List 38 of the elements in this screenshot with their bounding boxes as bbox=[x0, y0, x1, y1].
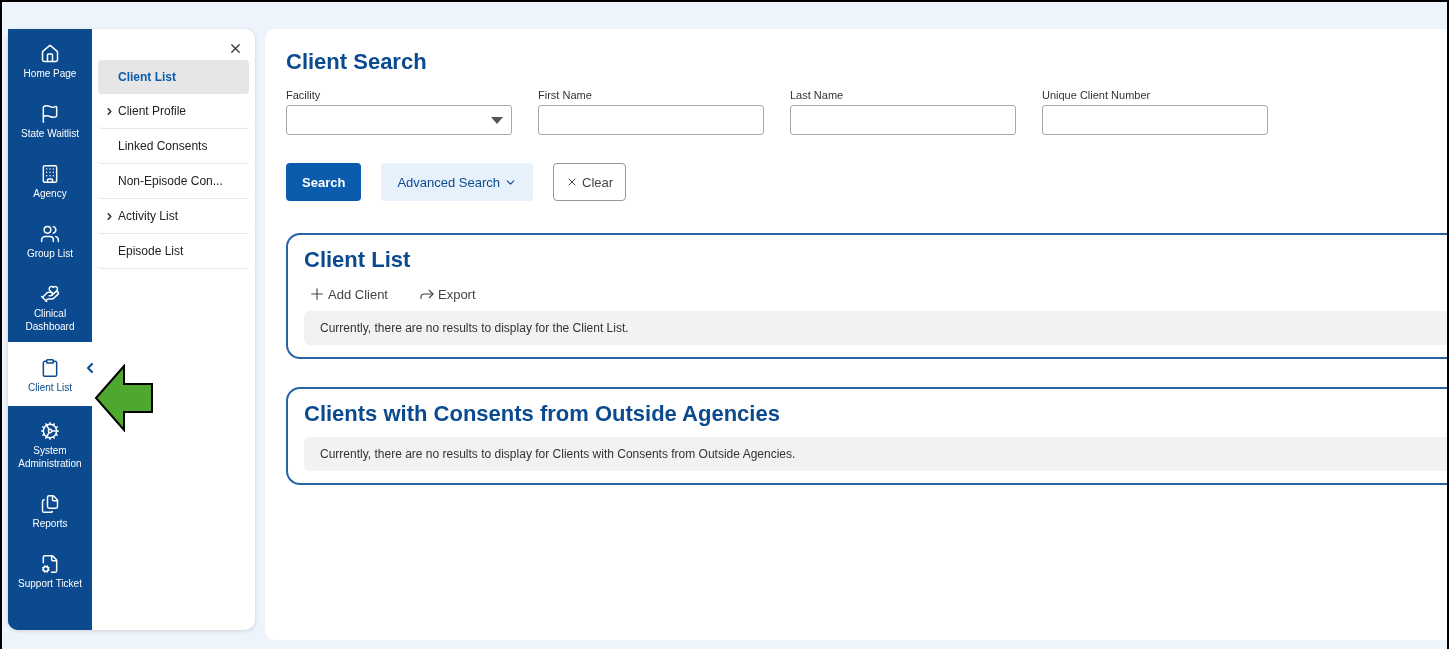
input-field[interactable] bbox=[538, 105, 764, 135]
nav-item[interactable]: Client List bbox=[8, 342, 92, 406]
building-icon bbox=[40, 164, 60, 184]
home-icon bbox=[40, 44, 60, 64]
clear-button[interactable]: Clear bbox=[553, 163, 627, 201]
dropdown-caret-icon bbox=[491, 116, 503, 124]
facility-dropdown[interactable] bbox=[286, 105, 512, 135]
search-button[interactable]: Search bbox=[286, 163, 362, 201]
page-title: Client Search bbox=[286, 49, 428, 75]
add-client-button[interactable]: Add Client bbox=[304, 283, 392, 305]
field-label: Facility bbox=[286, 89, 322, 101]
empty-message: Currently, there are no results to display for Clients with Consents from Outside Agencies. bbox=[304, 437, 1447, 471]
submenu-item[interactable]: Non-Episode Con... bbox=[98, 164, 249, 199]
people-icon bbox=[40, 224, 60, 244]
close-icon bbox=[228, 41, 243, 56]
submenu-item[interactable]: Client List bbox=[98, 60, 249, 94]
settings-icon bbox=[40, 421, 60, 441]
document-settings-icon bbox=[40, 554, 60, 574]
advanced-search-button[interactable]: Advanced Search bbox=[381, 163, 533, 201]
plus-icon bbox=[308, 285, 326, 303]
submenu-item[interactable]: Linked Consents bbox=[98, 129, 249, 164]
field-label: Last Name bbox=[790, 89, 845, 101]
close-icon bbox=[566, 176, 578, 188]
export-button[interactable]: Export bbox=[414, 283, 480, 305]
submenu-item[interactable]: Activity List bbox=[98, 199, 249, 234]
empty-message: Currently, there are no results to display for the Client List. bbox=[304, 311, 1447, 345]
section-title: Clients with Consents from Outside Agencies bbox=[304, 401, 781, 427]
submenu-item[interactable]: Episode List bbox=[98, 234, 249, 269]
input-field[interactable] bbox=[1042, 105, 1268, 135]
hand-heart-icon bbox=[40, 284, 60, 304]
input-field[interactable] bbox=[790, 105, 1016, 135]
field-label: First Name bbox=[538, 89, 593, 101]
documents-icon bbox=[40, 494, 60, 514]
pointer-arrow-drawing bbox=[94, 364, 154, 432]
section-title: Client List bbox=[304, 247, 412, 273]
submenu-item[interactable]: Client Profile bbox=[98, 94, 249, 129]
clipboard-icon bbox=[40, 358, 60, 378]
field-label: Unique Client Number bbox=[1042, 89, 1152, 101]
